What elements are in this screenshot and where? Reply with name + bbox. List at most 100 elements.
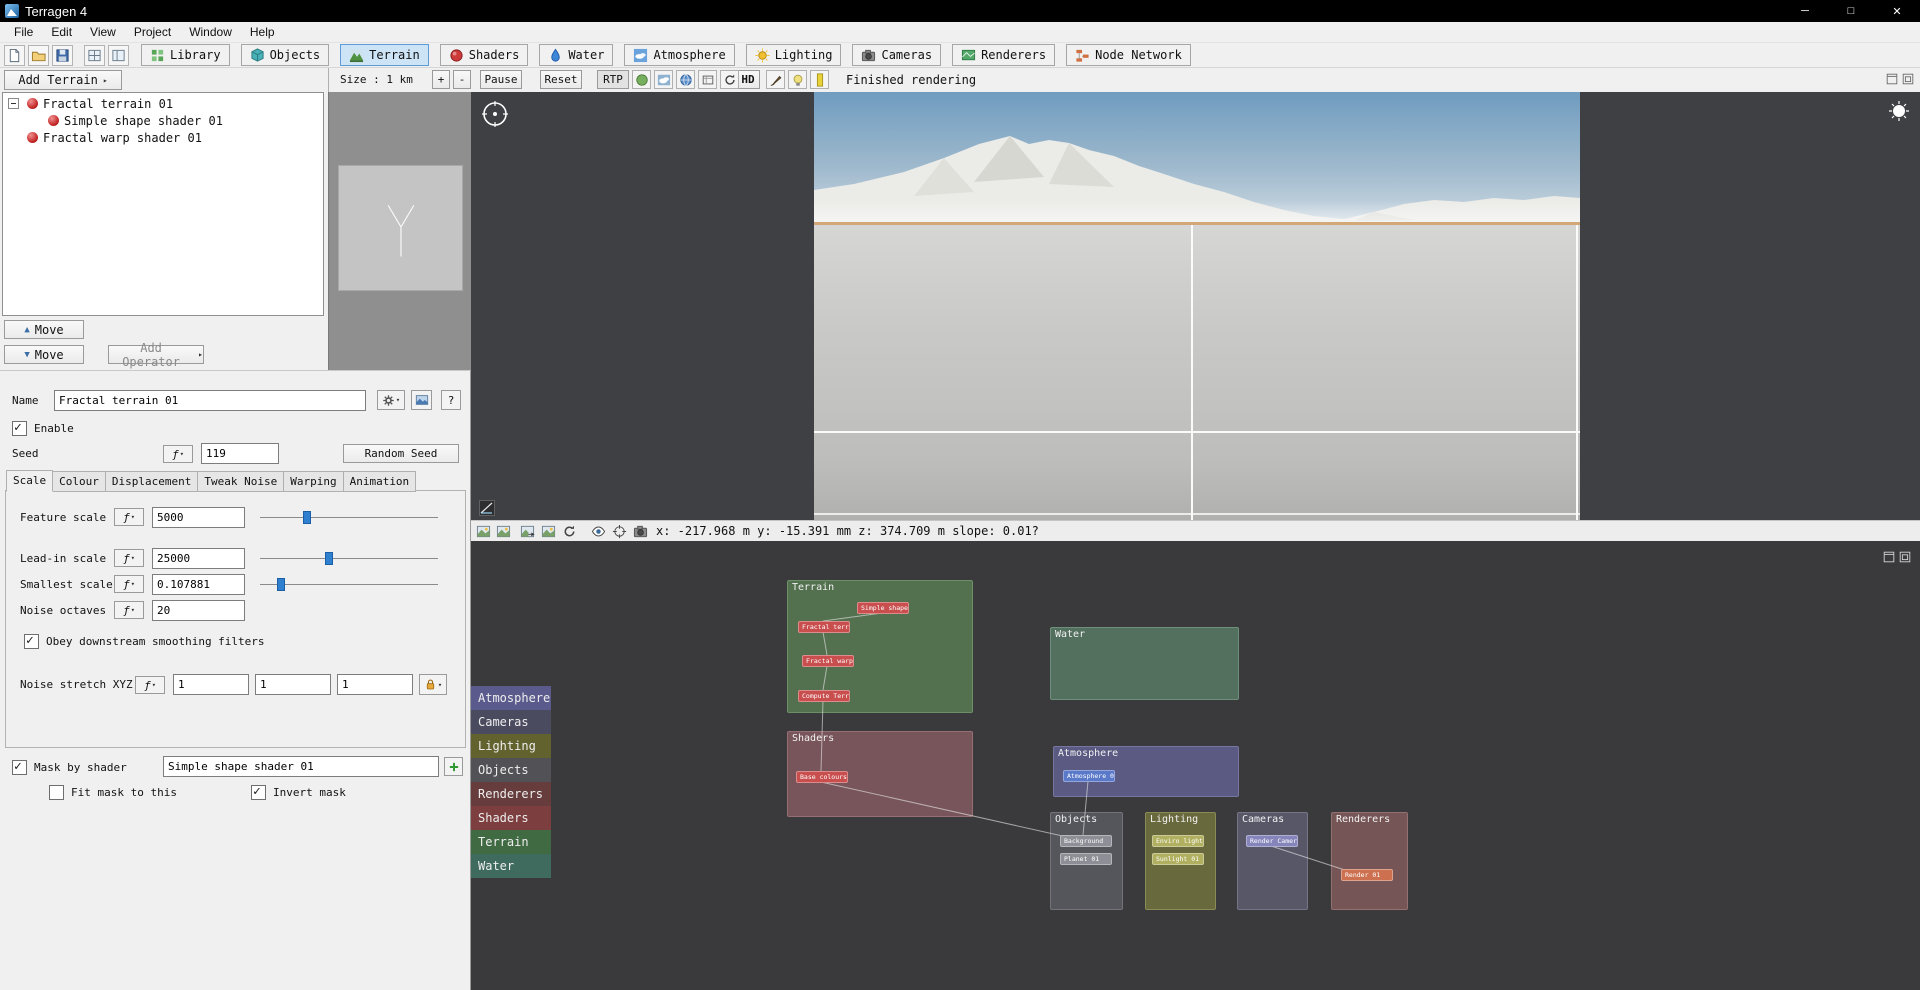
- minimize-button[interactable]: ─: [1782, 0, 1828, 22]
- smallest-scale-function-button[interactable]: ƒ▾: [114, 575, 144, 593]
- tab-tweak-noise[interactable]: Tweak Noise: [197, 471, 284, 492]
- mask-shader-input[interactable]: [163, 756, 439, 777]
- new-file-button[interactable]: [4, 45, 25, 66]
- save-button[interactable]: [52, 45, 73, 66]
- hd-button[interactable]: HD: [736, 70, 760, 89]
- node-options-button[interactable]: ▾: [377, 390, 405, 410]
- slider-handle[interactable]: [303, 511, 311, 524]
- layout-button[interactable]: [84, 45, 105, 66]
- menu-edit[interactable]: Edit: [42, 23, 81, 41]
- node-preview-button[interactable]: [411, 390, 432, 410]
- quality-sphere-button[interactable]: [632, 70, 651, 89]
- photo-button[interactable]: [540, 523, 557, 540]
- obey-smoothing-checkbox[interactable]: [24, 634, 39, 649]
- compass-gizmo[interactable]: [480, 99, 510, 129]
- refresh-button[interactable]: [720, 70, 739, 89]
- tab-colour[interactable]: Colour: [52, 471, 106, 492]
- pane-maximize-button[interactable]: [1901, 72, 1915, 86]
- invert-mask-checkbox[interactable]: [251, 785, 266, 800]
- noise-stretch-input-y[interactable]: [255, 674, 331, 695]
- add-operator-button[interactable]: Add Operator ▸: [108, 345, 204, 364]
- slider-handle[interactable]: [277, 578, 285, 591]
- node-network-pane[interactable]: AtmosphereCamerasLightingObjectsRenderer…: [471, 541, 1920, 990]
- open-folder-button[interactable]: [28, 45, 49, 66]
- node-sunlight-01[interactable]: Sunlight 01: [1152, 853, 1204, 865]
- menu-project[interactable]: Project: [125, 23, 180, 41]
- feature-scale-input[interactable]: [152, 507, 245, 528]
- add-mask-shader-button[interactable]: [444, 757, 463, 776]
- module-atmosphere[interactable]: Atmosphere: [624, 44, 734, 66]
- node-fractal-terrain-01[interactable]: Fractal terrain 01: [798, 621, 850, 633]
- module-node-network[interactable]: Node Network: [1066, 44, 1191, 66]
- seed-function-button[interactable]: ƒ ▾: [163, 445, 193, 463]
- pause-button[interactable]: Pause: [480, 70, 522, 89]
- node-simple-shape-s[interactable]: Simple shape s: [857, 602, 909, 614]
- bulb-button[interactable]: [788, 70, 807, 89]
- noise-octaves-input[interactable]: [152, 600, 245, 621]
- menu-help[interactable]: Help: [241, 23, 284, 41]
- menu-window[interactable]: Window: [180, 23, 241, 41]
- pane-float-button[interactable]: [1885, 72, 1899, 86]
- smallest-scale-input[interactable]: [152, 574, 245, 595]
- move-down-button[interactable]: ▼ Move: [4, 345, 84, 364]
- tree-item[interactable]: Simple shape shader 01: [3, 112, 323, 129]
- node-fractal-warp-s[interactable]: Fractal warp s: [802, 655, 854, 667]
- slope-indicator-icon[interactable]: [479, 500, 495, 516]
- tab-displacement[interactable]: Displacement: [105, 471, 198, 492]
- module-shaders[interactable]: Shaders: [440, 44, 529, 66]
- module-lighting[interactable]: Lighting: [746, 44, 842, 66]
- exposure-button[interactable]: [810, 70, 829, 89]
- clouds-button[interactable]: [654, 70, 673, 89]
- tree-expander-icon[interactable]: [8, 98, 19, 109]
- refresh-button[interactable]: [561, 523, 578, 540]
- menu-view[interactable]: View: [81, 23, 125, 41]
- module-water[interactable]: Water: [539, 44, 613, 66]
- tree-item[interactable]: Fractal warp shader 01: [3, 129, 323, 146]
- noise-stretch-input-x[interactable]: [173, 674, 249, 695]
- node-background[interactable]: Background: [1060, 835, 1112, 847]
- module-library[interactable]: Library: [141, 44, 230, 66]
- node-compute-terrain[interactable]: Compute Terrain: [798, 690, 850, 702]
- name-input[interactable]: [54, 390, 366, 411]
- eye-button[interactable]: [590, 523, 607, 540]
- module-terrain[interactable]: Terrain: [340, 44, 429, 66]
- photo-button[interactable]: [495, 523, 512, 540]
- module-renderers[interactable]: Renderers: [952, 44, 1055, 66]
- add-terrain-button[interactable]: Add Terrain ▸: [4, 70, 122, 90]
- split-layout-button[interactable]: [108, 45, 129, 66]
- module-objects[interactable]: Objects: [241, 44, 330, 66]
- noise-stretch-function-button[interactable]: ƒ ▾: [135, 676, 165, 694]
- lead-in-scale-input[interactable]: [152, 548, 245, 569]
- tab-animation[interactable]: Animation: [343, 471, 417, 492]
- enable-checkbox[interactable]: [12, 421, 27, 436]
- brush-button[interactable]: [766, 70, 785, 89]
- node-base-colours[interactable]: Base colours: [796, 771, 848, 783]
- photo-export-button[interactable]: [519, 523, 536, 540]
- fit-mask-checkbox[interactable]: [49, 785, 64, 800]
- tree-item[interactable]: Fractal terrain 01: [3, 95, 323, 112]
- random-seed-button[interactable]: Random Seed: [343, 444, 459, 463]
- render-preview[interactable]: [814, 92, 1580, 520]
- slider-handle[interactable]: [325, 552, 333, 565]
- tab-scale[interactable]: Scale: [6, 470, 53, 492]
- node-planet-01[interactable]: Planet 01: [1060, 853, 1112, 865]
- frame-button[interactable]: [698, 70, 717, 89]
- lead-in-scale-slider[interactable]: [260, 551, 438, 566]
- seed-input[interactable]: [201, 443, 279, 464]
- noise-stretch-input-z[interactable]: [337, 674, 413, 695]
- globe-button[interactable]: [676, 70, 695, 89]
- module-cameras[interactable]: Cameras: [852, 44, 941, 66]
- help-button[interactable]: ?: [441, 390, 461, 410]
- rtp-button[interactable]: RTP: [597, 70, 629, 89]
- node-atmosphere-01[interactable]: Atmosphere 01: [1063, 770, 1115, 782]
- move-up-button[interactable]: ▲ Move: [4, 320, 84, 339]
- reset-button[interactable]: Reset: [540, 70, 582, 89]
- feature-scale-function-button[interactable]: ƒ▾: [114, 508, 144, 526]
- node-render-camera[interactable]: Render Camera: [1246, 835, 1298, 847]
- photo-button[interactable]: [475, 523, 492, 540]
- feature-scale-slider[interactable]: [260, 510, 438, 525]
- node-render-01[interactable]: Render 01: [1341, 869, 1393, 881]
- smallest-scale-slider[interactable]: [260, 577, 438, 592]
- camera-button[interactable]: [632, 523, 649, 540]
- lead-in-scale-function-button[interactable]: ƒ▾: [114, 549, 144, 567]
